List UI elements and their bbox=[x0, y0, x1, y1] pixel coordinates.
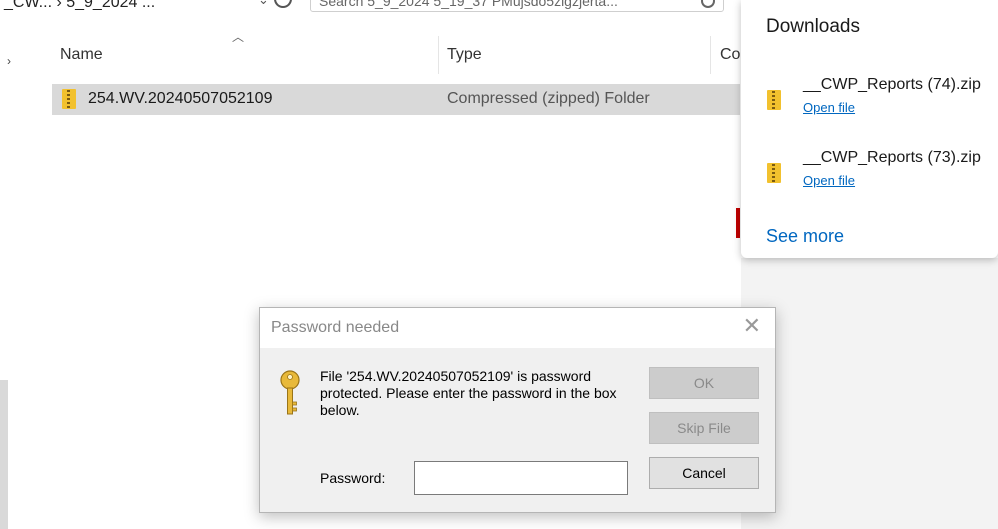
red-accent-bar bbox=[736, 208, 740, 238]
download-item[interactable]: __CWP_Reports (74).zip Open file bbox=[741, 76, 998, 126]
download-file-name: __CWP_Reports (74).zip bbox=[803, 76, 981, 93]
password-label: Password: bbox=[320, 470, 386, 486]
search-icon[interactable] bbox=[701, 0, 715, 8]
search-input[interactable]: Search 5_9_2024 5_19_37 PMujsdo5zigzjert… bbox=[310, 0, 724, 12]
password-dialog: Password needed ✕ File '254.WV.202405070… bbox=[259, 307, 776, 513]
downloads-title: Downloads bbox=[766, 16, 860, 37]
background-panel bbox=[741, 258, 998, 529]
column-header-name[interactable]: Name bbox=[60, 46, 103, 64]
close-icon[interactable]: ✕ bbox=[743, 314, 761, 339]
expand-arrow-icon[interactable]: › bbox=[7, 54, 11, 68]
key-icon bbox=[280, 370, 300, 415]
sort-ascending-icon: ︿ bbox=[232, 30, 245, 44]
open-file-link[interactable]: Open file bbox=[803, 100, 855, 115]
zip-folder-icon bbox=[62, 89, 76, 109]
file-name: 254.WV.20240507052109 bbox=[88, 90, 273, 107]
column-header-compressed-size[interactable]: Co bbox=[720, 46, 740, 64]
breadcrumb[interactable]: _CW... › 5_9_2024 ... bbox=[4, 0, 155, 12]
password-field[interactable] bbox=[414, 461, 628, 495]
column-divider[interactable] bbox=[710, 36, 711, 74]
zip-folder-icon bbox=[767, 90, 781, 110]
cancel-button[interactable]: Cancel bbox=[649, 457, 759, 489]
dialog-title: Password needed bbox=[271, 319, 400, 336]
search-placeholder: Search 5_9_2024 5_19_37 PMujsdo5zigzjert… bbox=[319, 0, 618, 9]
dialog-titlebar[interactable]: Password needed ✕ bbox=[260, 308, 775, 348]
download-item[interactable]: __CWP_Reports (73).zip Open file bbox=[741, 149, 998, 199]
dialog-message: File '254.WV.20240507052109' is password… bbox=[320, 368, 617, 418]
ok-button[interactable]: OK bbox=[649, 367, 759, 399]
file-type: Compressed (zipped) Folder bbox=[447, 90, 650, 107]
downloads-flyout: Downloads __CWP_Reports (74).zip Open fi… bbox=[741, 0, 998, 258]
download-file-name: __CWP_Reports (73).zip bbox=[803, 149, 981, 166]
refresh-icon[interactable] bbox=[274, 0, 292, 8]
skip-file-button[interactable]: Skip File bbox=[649, 412, 759, 444]
zip-folder-icon bbox=[767, 163, 781, 183]
open-file-link[interactable]: Open file bbox=[803, 173, 855, 188]
scrollbar[interactable] bbox=[0, 380, 8, 529]
table-row[interactable]: 254.WV.20240507052109 Compressed (zipped… bbox=[52, 84, 740, 115]
see-more-link[interactable]: See more bbox=[766, 226, 844, 247]
column-divider[interactable] bbox=[438, 36, 439, 74]
chevron-down-icon[interactable]: ⌄ bbox=[258, 0, 269, 8]
column-header-type[interactable]: Type bbox=[447, 46, 482, 64]
address-bar: _CW... › 5_9_2024 ... ⌄ Search 5_9_2024 … bbox=[0, 0, 740, 16]
